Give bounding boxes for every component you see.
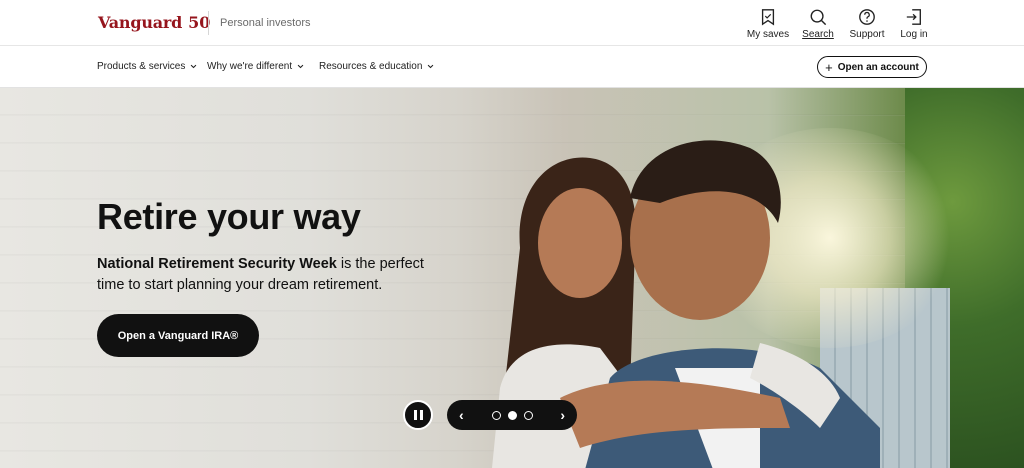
carousel-controls: ‹ › [447, 400, 577, 430]
segment-label[interactable]: Personal investors [220, 17, 311, 29]
carousel-dot-3[interactable] [523, 410, 533, 420]
log-in-link[interactable]: Log in [884, 8, 944, 40]
search-label: Search [802, 29, 834, 40]
nav-resources-label: Resources & education [319, 61, 423, 72]
open-ira-button[interactable]: Open a Vanguard IRA® [97, 314, 259, 357]
log-in-label: Log in [900, 29, 928, 40]
open-ira-label: Open a Vanguard IRA® [117, 329, 239, 342]
nav-products-services[interactable]: Products & services [97, 61, 197, 72]
chevron-down-icon [191, 64, 197, 69]
logo-divider [208, 11, 209, 35]
carousel-next-button[interactable]: › [560, 408, 565, 422]
open-account-button[interactable]: + Open an account [817, 56, 927, 78]
hero-body: National Retirement Security Week is the… [97, 254, 427, 296]
carousel-pause-button[interactable] [403, 400, 433, 430]
chevron-down-icon [297, 64, 304, 69]
hero-title: Retire your way [97, 196, 361, 237]
chevron-down-icon [428, 64, 434, 69]
nav-products-label: Products & services [97, 61, 186, 72]
logo-wordmark: Vanguard [98, 13, 183, 32]
vanguard-logo[interactable]: Vanguard 50 [98, 13, 210, 32]
pause-icon-bar [413, 410, 417, 420]
question-circle-icon [859, 9, 875, 25]
login-icon [906, 9, 921, 25]
open-account-label: Open an account [837, 61, 919, 73]
main-nav: Products & services Why we're different … [0, 46, 1024, 88]
support-label: Support [849, 29, 885, 40]
carousel-dot-1[interactable] [491, 410, 501, 420]
search-icon [810, 9, 827, 26]
nav-resources-education[interactable]: Resources & education [319, 61, 434, 72]
plus-icon: + [825, 59, 833, 75]
pause-icon-bar [419, 410, 423, 420]
nav-why-different[interactable]: Why we're different [207, 61, 304, 72]
hero-banner: Retire your way National Retirement Secu… [0, 88, 1024, 468]
top-bar: Vanguard 50 Personal investors My saves … [0, 0, 1024, 46]
carousel-prev-button[interactable]: ‹ [459, 408, 464, 422]
hero-body-bold[interactable]: National Retirement Security Week [97, 256, 337, 272]
bookmark-icon [761, 9, 775, 26]
my-saves-label: My saves [746, 29, 790, 40]
carousel-dots [491, 410, 533, 420]
carousel-dot-2[interactable] [507, 410, 517, 420]
nav-why-label: Why we're different [207, 61, 293, 72]
